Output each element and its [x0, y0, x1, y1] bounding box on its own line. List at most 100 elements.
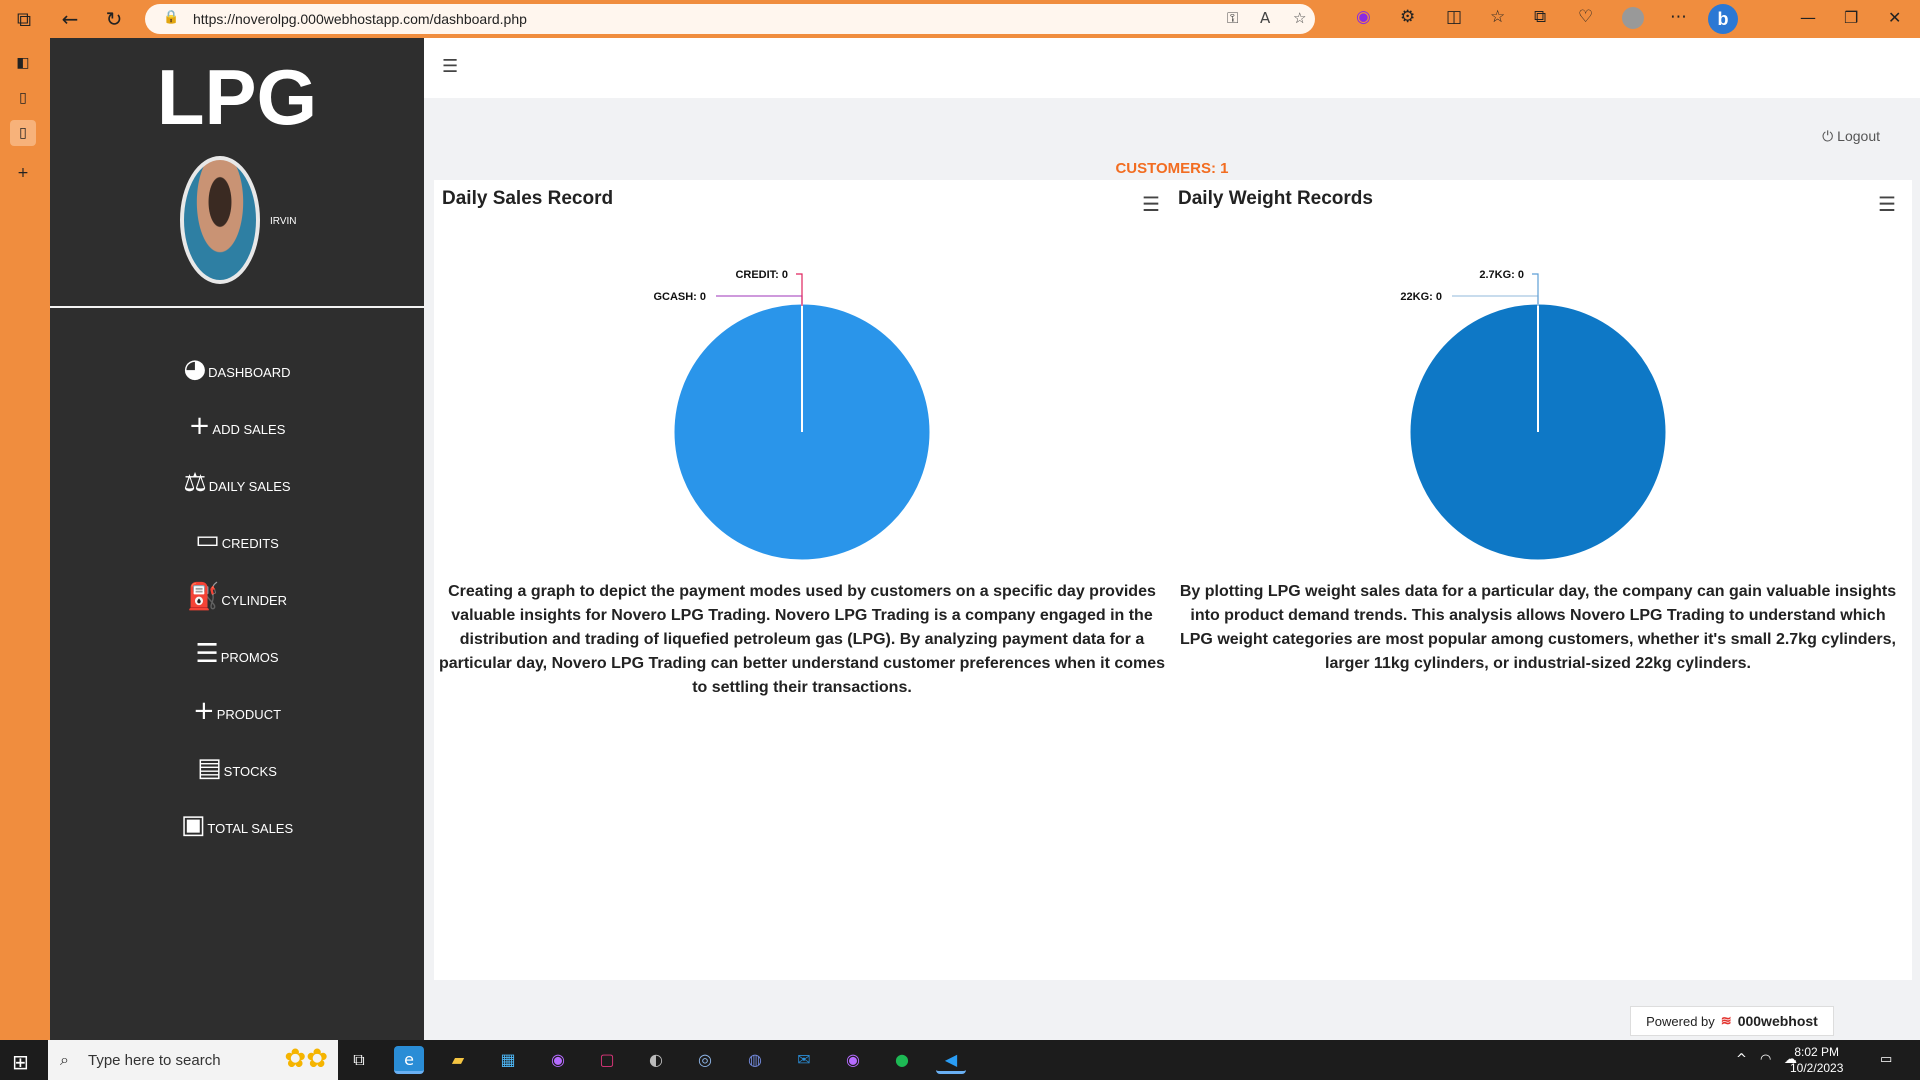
mail-icon[interactable]: ✉ — [789, 1046, 819, 1074]
archive-icon: ▤ — [197, 753, 222, 783]
logout-link[interactable]: ⏻ Logout — [1822, 128, 1880, 145]
search-placeholder: Type here to search — [88, 1052, 221, 1069]
steam-icon[interactable]: ◎ — [690, 1046, 720, 1074]
refresh-button[interactable]: ↻ — [100, 6, 128, 32]
sidebar-item-label: DAILY SALES — [208, 479, 291, 494]
sidebar-item-label: STOCKS — [223, 764, 277, 779]
chart-title: Daily Weight Records — [1178, 188, 1373, 209]
windows-start-icon[interactable]: ⊞ — [12, 1050, 29, 1074]
chart-menu-icon[interactable]: ☰ — [1142, 192, 1160, 216]
search-icon: ⌕ — [60, 1050, 69, 1069]
gas-pump-icon: ⛽ — [186, 582, 220, 612]
charts-panel: Daily Sales Record ☰ CASH: 1GCASH: 0CRED… — [434, 180, 1912, 980]
chevron-up-icon[interactable]: ^ — [1736, 1052, 1747, 1067]
dashboard-icon: ◕ — [183, 354, 207, 384]
store-icon[interactable]: ▦ — [493, 1046, 523, 1074]
data-label-connector — [796, 273, 803, 306]
new-tab-icon[interactable]: + — [10, 160, 36, 186]
tab-actions-icon[interactable]: ◧ — [10, 50, 36, 76]
chart-menu-icon[interactable]: ☰ — [1878, 192, 1896, 216]
extension-icon[interactable]: ◉ — [1356, 7, 1371, 27]
sidebar-item-label: CREDITS — [221, 536, 279, 551]
brand-name: 000webhost — [1737, 1013, 1818, 1029]
sidebar-item-label: PRODUCT — [216, 707, 282, 722]
money-icon: ▣ — [180, 810, 206, 840]
hamburger-menu-icon[interactable]: ☰ — [442, 56, 458, 77]
puzzle-icon[interactable]: ⚙ — [1400, 7, 1415, 27]
taskbar: ⊞ ⌕ Type here to search ✿✿ ⧉ e ▰ ▦ ◉ ▢ ◐… — [0, 1040, 1920, 1080]
customers-count: CUSTOMERS: 1 — [1115, 160, 1229, 177]
app-sidebar: LPG IRVIN ◕ DASHBOARD + ADD SALES ⚖ DAIL… — [50, 38, 424, 1040]
sidebar-item-dashboard[interactable]: ◕ DASHBOARD — [50, 338, 424, 382]
key-icon[interactable]: ⚿ — [1227, 9, 1238, 27]
taskbar-search[interactable]: ⌕ Type here to search ✿✿ — [48, 1040, 338, 1080]
list-icon: ☰ — [195, 639, 219, 669]
messenger-icon[interactable]: ◉ — [543, 1046, 573, 1074]
wifi-icon[interactable]: ◠ — [1760, 1052, 1771, 1067]
read-aloud-icon[interactable]: A — [1260, 9, 1270, 27]
collections-icon[interactable]: ⧉ — [1534, 7, 1546, 27]
powered-by-badge[interactable]: Powered by ≋ 000webhost — [1630, 1006, 1834, 1036]
active-tab-icon[interactable]: ▯ — [10, 120, 36, 146]
discord-icon[interactable]: ◍ — [740, 1046, 770, 1074]
web-page: LPG IRVIN ◕ DASHBOARD + ADD SALES ⚖ DAIL… — [50, 38, 1920, 1040]
sidebar-item-stocks[interactable]: ▤ STOCKS — [50, 737, 424, 781]
app-icon[interactable]: ▢ — [592, 1046, 622, 1074]
data-label: CREDIT: 0 — [735, 269, 788, 281]
restore-icon[interactable]: ❐ — [1844, 8, 1858, 27]
sidebar-item-label: ADD SALES — [212, 422, 286, 437]
clock-time: 8:02 PM — [1794, 1045, 1840, 1059]
data-label: 2.7KG: 0 — [1479, 269, 1524, 281]
plus-icon: + — [188, 411, 211, 441]
scale-icon: ⚖ — [183, 468, 207, 498]
more-menu-icon[interactable]: ⋯ — [1670, 7, 1687, 27]
flowers-icon: ✿✿ — [284, 1044, 328, 1074]
address-bar[interactable]: 🔒 https://noverolpg.000webhostapp.com/da… — [145, 4, 1315, 34]
close-icon[interactable]: ✕ — [1888, 8, 1901, 27]
sidebar-item-product[interactable]: + PRODUCT — [50, 680, 424, 724]
weight-chart: Daily Weight Records ☰ 11KG: 122KG: 02.7… — [1170, 180, 1906, 580]
clock[interactable]: 8:02 PM 10/2/2023 — [1790, 1044, 1843, 1076]
power-icon: ⏻ — [1822, 129, 1834, 145]
profile-avatar[interactable] — [1622, 7, 1644, 29]
sidebar-item-total-sales[interactable]: ▣ TOTAL SALES — [50, 794, 424, 838]
edge-icon[interactable]: e — [394, 1046, 424, 1074]
notifications-icon[interactable]: ▭ — [1880, 1052, 1892, 1067]
data-label-connector — [1532, 273, 1539, 306]
messenger-icon[interactable]: ◉ — [838, 1046, 868, 1074]
powered-label: Powered by — [1646, 1013, 1715, 1029]
favorites-icon[interactable]: ☆ — [1490, 7, 1505, 27]
sidebar-item-label: DASHBOARD — [208, 365, 291, 380]
split-screen-icon[interactable]: ◫ — [1446, 7, 1462, 27]
weight-description: By plotting LPG weight sales data for a … — [1179, 583, 1897, 672]
vertical-tabs: ◧ ▯ ▯ + — [0, 38, 46, 1040]
sidebar-item-credits[interactable]: ▭ CREDITS — [50, 509, 424, 553]
lock-icon: 🔒 — [163, 10, 180, 25]
clock-date: 10/2/2023 — [1790, 1061, 1844, 1075]
performance-icon[interactable]: ♡ — [1578, 7, 1593, 27]
logout-label: Logout — [1837, 128, 1880, 144]
avatar — [180, 156, 260, 284]
url-text[interactable]: https://noverolpg.000webhostapp.com/dash… — [193, 11, 527, 27]
credit-card-icon: ▭ — [195, 525, 220, 555]
sidebar-item-daily-sales[interactable]: ⚖ DAILY SALES — [50, 452, 424, 496]
sidebar-item-add-sales[interactable]: + ADD SALES — [50, 395, 424, 439]
file-explorer-icon[interactable]: ▰ — [443, 1046, 473, 1074]
sidebar-item-promos[interactable]: ☰ PROMOS — [50, 623, 424, 667]
favorite-star-icon[interactable]: ☆ — [1293, 9, 1306, 27]
webhost-logo-icon: ≋ — [1720, 1013, 1732, 1028]
workspaces-icon[interactable]: ⧉ — [10, 6, 38, 32]
data-label: 22KG: 0 — [1400, 291, 1442, 303]
spotify-icon[interactable]: ● — [887, 1046, 917, 1074]
sidebar-item-cylinder[interactable]: ⛽ CYLINDER — [50, 566, 424, 610]
bing-icon[interactable]: b — [1708, 4, 1738, 34]
tab-page-icon[interactable]: ▯ — [10, 85, 36, 111]
vscode-icon[interactable]: ◀ — [936, 1046, 966, 1074]
sidebar-item-label: TOTAL SALES — [207, 821, 294, 836]
back-button[interactable]: ← — [56, 6, 84, 32]
game-icon[interactable]: ◐ — [641, 1046, 671, 1074]
minimize-icon[interactable]: — — [1800, 8, 1816, 27]
browser-toolbar: ⧉ ← ↻ 🔒 https://noverolpg.000webhostapp.… — [0, 0, 1920, 38]
username: IRVIN — [270, 216, 297, 227]
task-view-icon[interactable]: ⧉ — [344, 1046, 374, 1074]
